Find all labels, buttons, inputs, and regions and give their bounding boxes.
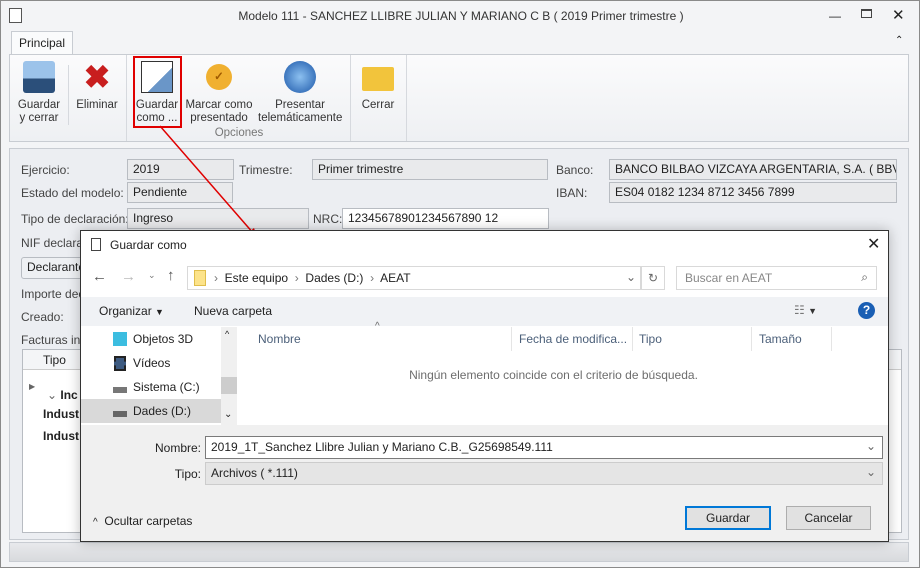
cube-icon <box>113 332 127 346</box>
drive-icon <box>113 387 127 393</box>
film-icon <box>114 356 126 371</box>
recent-dropdown[interactable]: ⌄ <box>148 270 156 281</box>
nav-scrollbar[interactable]: ^ ⌄ <box>221 327 237 425</box>
new-folder-button[interactable]: Nueva carpeta <box>194 304 272 318</box>
dialog-title: Guardar como <box>110 238 187 252</box>
cancel-button[interactable]: Cancelar <box>786 506 871 530</box>
scroll-up-icon[interactable]: ^ <box>225 329 229 339</box>
view-options-button[interactable]: ☷ ▼ <box>794 303 817 317</box>
address-bar[interactable]: › Este equipo › Dades (D:) › AEAT ⌄ <box>187 266 641 290</box>
column-tamano[interactable]: Tamaño <box>759 331 802 355</box>
nav-item-dades-d[interactable]: Dades (D:) <box>81 399 221 423</box>
address-dropdown-icon[interactable]: ⌄ <box>626 270 636 284</box>
column-tipo[interactable]: Tipo <box>639 331 662 355</box>
filename-label: Nombre: <box>154 441 201 455</box>
dialog-footer: Nombre: 2019_1T_Sanchez Llibre Julian y … <box>81 425 888 541</box>
breadcrumb-item[interactable]: AEAT <box>380 271 410 285</box>
filename-input[interactable]: 2019_1T_Sanchez Llibre Julian y Mariano … <box>205 436 883 459</box>
navigation-pane: Objetos 3D Vídeos Sistema (C:) Dades (D:… <box>81 327 237 425</box>
breadcrumb-item[interactable]: Dades (D:) <box>305 271 363 285</box>
sort-indicator-icon: ^ <box>375 321 380 332</box>
hide-folders-button[interactable]: ^ Ocultar carpetas <box>93 514 192 528</box>
filetype-select[interactable]: Archivos ( *.111) ⌄ <box>205 462 883 485</box>
save-button[interactable]: Guardar <box>685 506 771 530</box>
filetype-label: Tipo: <box>174 467 201 481</box>
column-fecha[interactable]: Fecha de modifica... <box>519 331 627 355</box>
nav-item-system-c[interactable]: Sistema (C:) <box>81 375 221 399</box>
breadcrumb: › Este equipo › Dades (D:) › AEAT <box>214 271 411 285</box>
scroll-down-icon[interactable]: ⌄ <box>224 409 232 420</box>
column-nombre[interactable]: Nombre <box>258 331 301 355</box>
save-as-dialog: Guardar como ✕ ← → ⌄ ↑ › Este equipo › D… <box>80 230 889 542</box>
nav-item-videos[interactable]: Vídeos <box>81 351 221 375</box>
organize-button[interactable]: Organizar ▼ <box>99 304 164 318</box>
empty-message: Ningún elemento coincide con el criterio… <box>409 368 698 382</box>
folder-icon <box>194 270 206 286</box>
help-icon[interactable]: ? <box>858 302 875 319</box>
drive-icon <box>113 411 127 417</box>
search-icon: ⌕ <box>861 270 868 284</box>
refresh-button[interactable]: ↻ <box>641 266 665 290</box>
up-button[interactable]: ↑ <box>167 267 175 284</box>
scroll-thumb[interactable] <box>221 377 237 394</box>
back-button[interactable]: ← <box>92 268 107 285</box>
search-input[interactable]: Buscar en AEAT ⌕ <box>676 266 877 290</box>
nav-item-3d-objects[interactable]: Objetos 3D <box>81 327 221 351</box>
breadcrumb-item[interactable]: Este equipo <box>225 271 288 285</box>
forward-button[interactable]: → <box>121 268 136 285</box>
dialog-app-icon <box>91 238 101 251</box>
command-bar: Organizar ▼ Nueva carpeta ☷ ▼ ? <box>81 297 888 326</box>
dialog-close-button[interactable]: ✕ <box>867 234 880 254</box>
